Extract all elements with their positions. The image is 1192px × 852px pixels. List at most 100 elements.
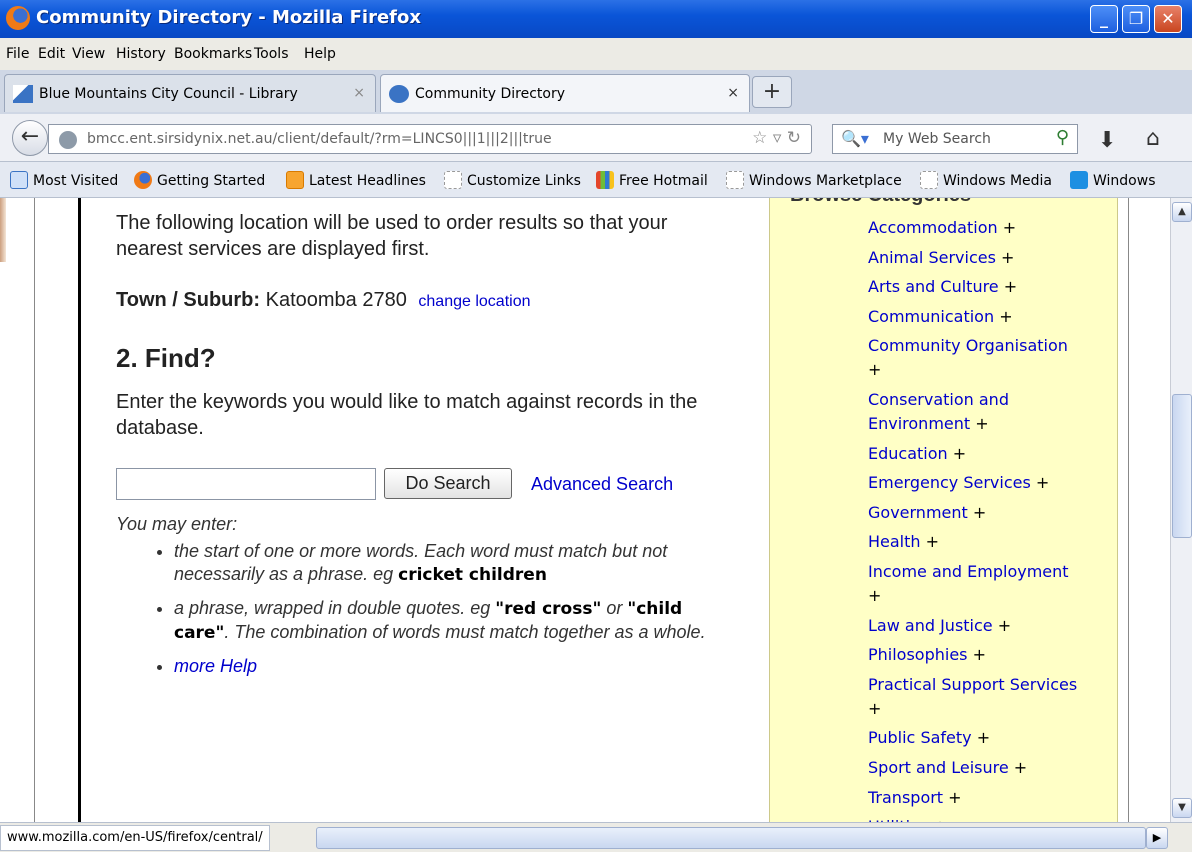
browse-categories-panel: Browse Categories Accommodation + Animal … xyxy=(769,198,1118,822)
divider xyxy=(34,198,35,822)
category-link[interactable]: Income and Employment + xyxy=(868,560,1108,608)
bookmark-windows-marketplace[interactable]: Windows Marketplace xyxy=(726,171,902,189)
web-search-box[interactable]: 🔍▾ My Web Search ⚲ xyxy=(832,124,1078,154)
bookmark-windows-media[interactable]: Windows Media xyxy=(920,171,1052,189)
scroll-up-button[interactable]: ▲ xyxy=(1172,202,1192,222)
firefox-logo-icon xyxy=(6,6,30,30)
close-tab-icon[interactable]: × xyxy=(353,85,365,101)
category-link[interactable]: Animal Services + xyxy=(868,246,1108,270)
search-go-icon[interactable]: ⚲ xyxy=(1056,127,1069,148)
help-item-phrase: a phrase, wrapped in double quotes. eg "… xyxy=(174,597,734,645)
tab-community-directory[interactable]: Community Directory × xyxy=(380,74,750,112)
windows-logo-icon xyxy=(1070,171,1088,189)
find-heading: 2. Find? xyxy=(116,343,216,373)
town-suburb-line: Town / Suburb: Katoomba 2780 change loca… xyxy=(116,289,531,312)
page-icon xyxy=(13,85,33,103)
advanced-search-link[interactable]: Advanced Search xyxy=(531,474,673,495)
menu-bookmarks[interactable]: Bookmarks xyxy=(174,46,252,62)
home-icon[interactable]: ⌂ xyxy=(1146,126,1160,151)
bookmark-customize-links[interactable]: Customize Links xyxy=(444,171,581,189)
town-label: Town / Suburb: xyxy=(116,289,261,311)
minimize-button[interactable]: _ xyxy=(1090,5,1118,33)
bookmark-star-icon[interactable]: ☆ ▿ ↻ xyxy=(752,128,801,148)
bookmark-most-visited[interactable]: Most Visited xyxy=(10,171,118,189)
window-title: Community Directory - Mozilla Firefox xyxy=(36,7,421,28)
scroll-down-button[interactable]: ▼ xyxy=(1172,798,1192,818)
help-list: the start of one or more words. Each wor… xyxy=(174,540,734,688)
category-link[interactable]: Philosophies + xyxy=(868,643,1108,667)
search-engine-icon[interactable]: 🔍▾ xyxy=(841,129,869,148)
maximize-button[interactable]: ❐ xyxy=(1122,5,1150,33)
bookmark-free-hotmail[interactable]: Free Hotmail xyxy=(596,171,708,189)
categories-heading: Browse Categories xyxy=(790,198,971,207)
site-identity-icon[interactable] xyxy=(59,131,77,149)
help-item-more: more Help xyxy=(174,655,734,678)
firefox-icon xyxy=(134,171,152,189)
tab-library[interactable]: Blue Mountains City Council - Library × xyxy=(4,74,376,112)
category-link[interactable]: Communication + xyxy=(868,305,1108,329)
windows-flag-icon xyxy=(596,171,614,189)
category-link[interactable]: Arts and Culture + xyxy=(868,275,1108,299)
divider xyxy=(1128,198,1129,822)
category-link[interactable]: Health + xyxy=(868,530,1108,554)
menu-tools[interactable]: Tools xyxy=(254,46,289,62)
category-link[interactable]: Government + xyxy=(868,501,1108,525)
page-icon xyxy=(920,171,938,189)
close-window-button[interactable]: ✕ xyxy=(1154,5,1182,33)
vertical-scrollbar[interactable]: ▲ ▼ xyxy=(1170,198,1192,822)
category-link[interactable]: Law and Justice + xyxy=(868,614,1108,638)
help-item-words: the start of one or more words. Each wor… xyxy=(174,540,734,587)
category-link[interactable]: Utilities + xyxy=(868,815,1108,822)
close-tab-icon[interactable]: × xyxy=(727,85,739,101)
search-placeholder: My Web Search xyxy=(883,131,991,147)
menu-help[interactable]: Help xyxy=(304,46,336,62)
title-bar: Community Directory - Mozilla Firefox _ … xyxy=(0,0,1192,38)
category-link[interactable]: Education + xyxy=(868,442,1108,466)
town-value: Katoomba 2780 xyxy=(265,289,407,311)
more-help-link[interactable]: more Help xyxy=(174,656,257,676)
menu-edit[interactable]: Edit xyxy=(38,46,65,62)
download-icon[interactable]: ⬇ xyxy=(1098,128,1116,153)
most-visited-icon xyxy=(10,171,28,189)
tab-label: Blue Mountains City Council - Library xyxy=(39,86,298,102)
globe-icon xyxy=(389,85,409,103)
category-link[interactable]: Emergency Services + xyxy=(868,471,1108,495)
decorative-edge xyxy=(0,198,6,262)
menu-view[interactable]: View xyxy=(72,46,105,62)
change-location-link[interactable]: change location xyxy=(418,293,530,310)
bookmark-latest-headlines[interactable]: Latest Headlines xyxy=(286,171,426,189)
keyword-search-input[interactable] xyxy=(116,468,376,500)
category-link[interactable]: Community Organisation + xyxy=(868,334,1108,382)
bookmark-windows[interactable]: Windows xyxy=(1070,171,1156,189)
menu-file[interactable]: File xyxy=(6,46,29,62)
url-text: bmcc.ent.sirsidynix.net.au/client/defaul… xyxy=(87,131,552,147)
category-link[interactable]: Sport and Leisure + xyxy=(868,756,1108,780)
category-link[interactable]: Public Safety + xyxy=(868,726,1108,750)
back-button[interactable]: ← xyxy=(12,120,48,156)
divider xyxy=(78,198,81,822)
horizontal-scrollbar[interactable] xyxy=(316,827,1146,849)
scroll-thumb[interactable] xyxy=(1172,394,1192,538)
rss-icon xyxy=(286,171,304,189)
new-tab-button[interactable]: + xyxy=(752,76,792,108)
page-icon xyxy=(444,171,462,189)
navigation-bar: bmcc.ent.sirsidynix.net.au/client/defaul… xyxy=(0,114,1192,162)
firefox-window: Community Directory - Mozilla Firefox _ … xyxy=(0,0,1192,852)
status-bar: www.mozilla.com/en-US/firefox/central/ ▶ xyxy=(0,822,1192,852)
category-link[interactable]: Practical Support Services + xyxy=(868,673,1108,721)
location-intro: The following location will be used to o… xyxy=(116,212,668,260)
category-link[interactable]: Transport + xyxy=(868,786,1108,810)
url-bar[interactable]: bmcc.ent.sirsidynix.net.au/client/defaul… xyxy=(48,124,812,154)
category-link[interactable]: Accommodation + xyxy=(868,216,1108,240)
find-description: Enter the keywords you would like to mat… xyxy=(116,391,698,439)
page-content: The following location will be used to o… xyxy=(0,198,1170,822)
menu-history[interactable]: History xyxy=(116,46,166,62)
you-may-enter-label: You may enter: xyxy=(116,514,238,534)
category-link[interactable]: Conservation and Environment + xyxy=(868,388,1108,436)
page-icon xyxy=(726,171,744,189)
scroll-right-button[interactable]: ▶ xyxy=(1146,827,1168,849)
do-search-button[interactable]: Do Search xyxy=(384,468,512,499)
bookmark-getting-started[interactable]: Getting Started xyxy=(134,171,265,189)
status-url: www.mozilla.com/en-US/firefox/central/ xyxy=(0,825,270,851)
category-list: Accommodation + Animal Services + Arts and… xyxy=(868,216,1108,822)
